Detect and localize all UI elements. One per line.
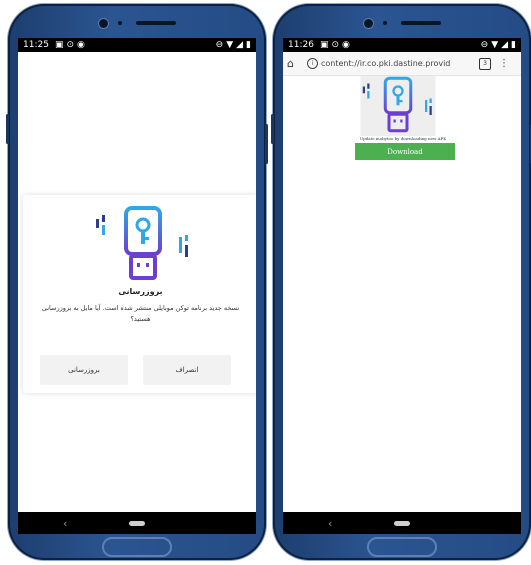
vpn-icon: ◉: [77, 40, 85, 50]
earpiece-speaker: [136, 21, 176, 25]
hardware-home-button[interactable]: [102, 537, 172, 557]
front-camera: [98, 18, 109, 29]
browser-toolbar: ⌂ i content://ir.co.pki.dastine.provid 3…: [283, 52, 521, 76]
proximity-sensor: [383, 21, 387, 25]
signal-icon: ◢: [236, 40, 244, 50]
sync-icon: ⊙: [66, 40, 74, 50]
nav-back-icon[interactable]: ‹: [63, 517, 67, 530]
front-camera: [363, 18, 374, 29]
earpiece-area: [357, 12, 447, 34]
overflow-menu-icon[interactable]: ⋮: [499, 58, 509, 69]
key-icon: ⊖: [215, 40, 224, 50]
battery-icon: ▮: [246, 40, 251, 50]
update-button[interactable]: بروزرسانی: [40, 355, 128, 385]
phone-left: 11:25 ▣ ⊙ ◉ ⊖ ▼ ◢ ▮ بروزرسانی نسخه جدید …: [6, 4, 268, 560]
hardware-home-button[interactable]: [367, 537, 437, 557]
screen: 11:25 ▣ ⊙ ◉ ⊖ ▼ ◢ ▮ بروزرسانی نسخه جدید …: [18, 38, 256, 534]
dialog-message: نسخه جدید برنامه توکن موبایلی منتشر شده …: [41, 304, 240, 323]
key-icon: ⊖: [480, 40, 489, 50]
nav-home-pill[interactable]: [129, 520, 145, 526]
phone-right: 11:26 ▣ ⊙ ◉ ⊖ ▼ ◢ ▮ ⌂ i content://ir.co.…: [271, 4, 531, 560]
home-icon[interactable]: ⌂: [287, 57, 301, 70]
earpiece-speaker: [401, 21, 441, 25]
app-body: بروزرسانی نسخه جدید برنامه توکن موبایلی …: [18, 52, 256, 512]
wifi-icon: ▼: [491, 40, 499, 50]
tab-count-button[interactable]: 3: [479, 57, 491, 70]
info-icon[interactable]: i: [307, 58, 318, 69]
download-button[interactable]: Download: [355, 143, 455, 160]
sync-icon: ⊙: [331, 40, 339, 50]
power-button: [265, 124, 268, 164]
wifi-icon: ▼: [226, 40, 234, 50]
nav-bar: ‹: [283, 512, 521, 534]
proximity-sensor: [118, 21, 122, 25]
vpn-icon: ◉: [342, 40, 350, 50]
status-time: 11:25: [23, 40, 49, 50]
screen: 11:26 ▣ ⊙ ◉ ⊖ ▼ ◢ ▮ ⌂ i content://ir.co.…: [283, 38, 521, 534]
signal-icon: ◢: [501, 40, 509, 50]
status-time: 11:26: [288, 40, 314, 50]
usb-token-icon: [96, 206, 188, 280]
earpiece-area: [92, 12, 182, 34]
update-dialog: بروزرسانی نسخه جدید برنامه توکن موبایلی …: [23, 195, 256, 393]
volume-button: [271, 114, 274, 144]
nav-home-pill[interactable]: [394, 520, 410, 526]
status-bar: 11:26 ▣ ⊙ ◉ ⊖ ▼ ◢ ▮: [283, 38, 521, 52]
notification-icon: ▣: [54, 40, 64, 50]
page-caption: Update mobytoo by downloading new APK: [359, 136, 447, 141]
usb-token-image: [360, 76, 436, 136]
dialog-title: بروزرسانی: [118, 287, 163, 296]
nav-bar: ‹: [18, 512, 256, 534]
notification-icon: ▣: [319, 40, 329, 50]
cancel-button[interactable]: انصراف: [143, 355, 231, 385]
nav-back-icon[interactable]: ‹: [328, 517, 332, 530]
volume-button: [6, 114, 9, 144]
battery-icon: ▮: [511, 40, 516, 50]
url-field[interactable]: content://ir.co.pki.dastine.provid: [321, 59, 471, 68]
status-bar: 11:25 ▣ ⊙ ◉ ⊖ ▼ ◢ ▮: [18, 38, 256, 52]
